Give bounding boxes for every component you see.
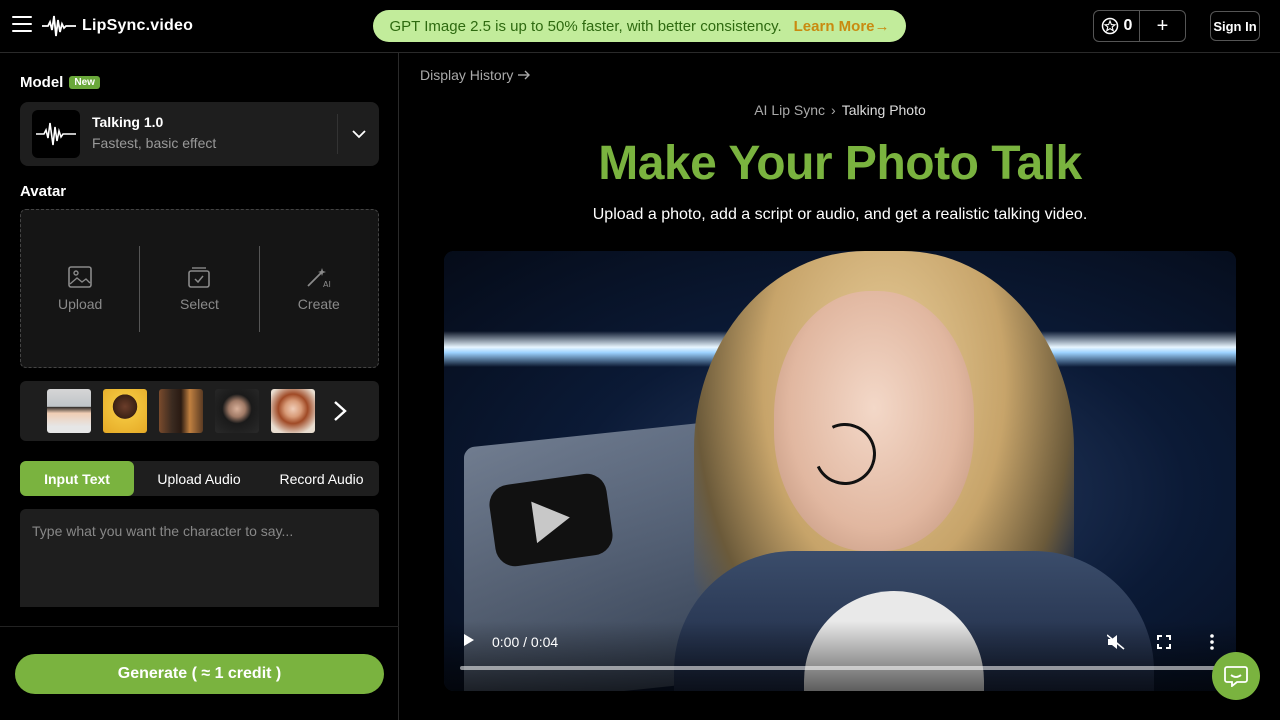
learn-more-link[interactable]: Learn More→: [794, 18, 890, 35]
logo-text: LipSync.video: [82, 17, 194, 34]
video-controls: [444, 621, 1236, 691]
input-mode-tabs: Input Text Upload Audio Record Audio: [20, 461, 379, 496]
demo-video-player[interactable]: 0:00 / 0:04: [444, 251, 1236, 691]
plus-icon: +: [1156, 14, 1169, 37]
avatar-upload-option[interactable]: Upload: [21, 246, 139, 332]
ai-wand-icon: AI: [307, 267, 331, 288]
avatar-select-label: Select: [180, 295, 219, 312]
video-progress-bar[interactable]: [460, 666, 1220, 670]
logo[interactable]: LipSync.video: [42, 12, 193, 40]
sample-avatar-strip: [20, 381, 379, 441]
page-subtitle: Upload a photo, add a script or audio, a…: [592, 206, 1088, 223]
sample-avatar-thumbnail[interactable]: [47, 389, 91, 433]
credits-count: 0: [1123, 17, 1133, 34]
svg-text:AI: AI: [323, 280, 331, 288]
fullscreen-icon[interactable]: [1154, 633, 1174, 651]
breadcrumb-separator: ›: [831, 102, 836, 118]
tab-record-audio[interactable]: Record Audio: [264, 461, 379, 496]
avatar-section-label: Avatar: [20, 183, 67, 200]
generate-button[interactable]: Generate ( ≈ 1 credit ): [15, 654, 384, 694]
star-coin-icon: [1101, 17, 1118, 35]
new-badge: New: [69, 76, 100, 89]
avatar-create-option[interactable]: AI Create: [260, 246, 378, 332]
sample-avatar-thumbnail[interactable]: [103, 389, 147, 433]
gallery-select-icon: [188, 266, 211, 288]
history-label: Display History: [420, 67, 514, 83]
display-history-link[interactable]: Display History: [420, 67, 531, 83]
sample-avatar-thumbnail[interactable]: [271, 389, 315, 433]
sample-avatar-thumbnail[interactable]: [159, 389, 203, 433]
mute-icon[interactable]: [1106, 633, 1126, 651]
add-credits-button[interactable]: +: [1140, 11, 1185, 41]
tab-upload-audio[interactable]: Upload Audio: [134, 461, 264, 496]
waveform-logo-icon: [42, 15, 76, 37]
breadcrumb: AI Lip Sync › Talking Photo: [0, 102, 1280, 118]
divider: [0, 626, 399, 627]
video-time: 0:00 / 0:04: [492, 634, 559, 650]
chevron-down-icon[interactable]: [337, 114, 379, 154]
arrow-right-icon: [518, 70, 531, 80]
breadcrumb-item[interactable]: AI Lip Sync: [754, 102, 825, 118]
script-input[interactable]: [20, 509, 379, 607]
image-upload-icon: [68, 265, 92, 288]
sample-avatar-thumbnail[interactable]: [215, 389, 259, 433]
more-options-icon[interactable]: [1202, 633, 1222, 651]
video-frame: [774, 291, 974, 551]
avatar-dropzone[interactable]: Upload Select AI Create: [20, 209, 379, 368]
model-label: Model: [20, 74, 64, 91]
left-panel: Model New Talking 1.0 Fastest, basic eff…: [0, 53, 399, 720]
avatar-create-label: Create: [297, 295, 340, 312]
chat-icon: [1224, 666, 1248, 687]
credits-balance[interactable]: 0: [1094, 11, 1140, 41]
waveform-icon: [36, 122, 76, 146]
breadcrumb-current: Talking Photo: [841, 102, 926, 118]
model-description: Fastest, basic effect: [92, 135, 217, 151]
top-header: LipSync.video GPT Image 2.5 is up to 50%…: [0, 0, 1280, 53]
chevron-right-icon[interactable]: [328, 395, 352, 427]
menu-icon[interactable]: [12, 16, 32, 34]
credits-control: 0 +: [1093, 10, 1186, 42]
avatar-select-option[interactable]: Select: [140, 246, 258, 332]
tab-input-text[interactable]: Input Text: [20, 461, 134, 496]
avatar-upload-label: Upload: [57, 295, 103, 312]
page-title: Make Your Photo Talk: [598, 137, 1082, 190]
sign-in-button[interactable]: Sign In: [1210, 11, 1260, 41]
play-icon[interactable]: [464, 634, 474, 646]
promo-banner[interactable]: GPT Image 2.5 is up to 50% faster, with …: [373, 10, 906, 42]
banner-text: GPT Image 2.5 is up to 50% faster, with …: [389, 17, 782, 35]
model-section-label: Model New: [20, 74, 100, 91]
video-frame: [486, 471, 616, 569]
chat-support-button[interactable]: [1212, 652, 1260, 700]
